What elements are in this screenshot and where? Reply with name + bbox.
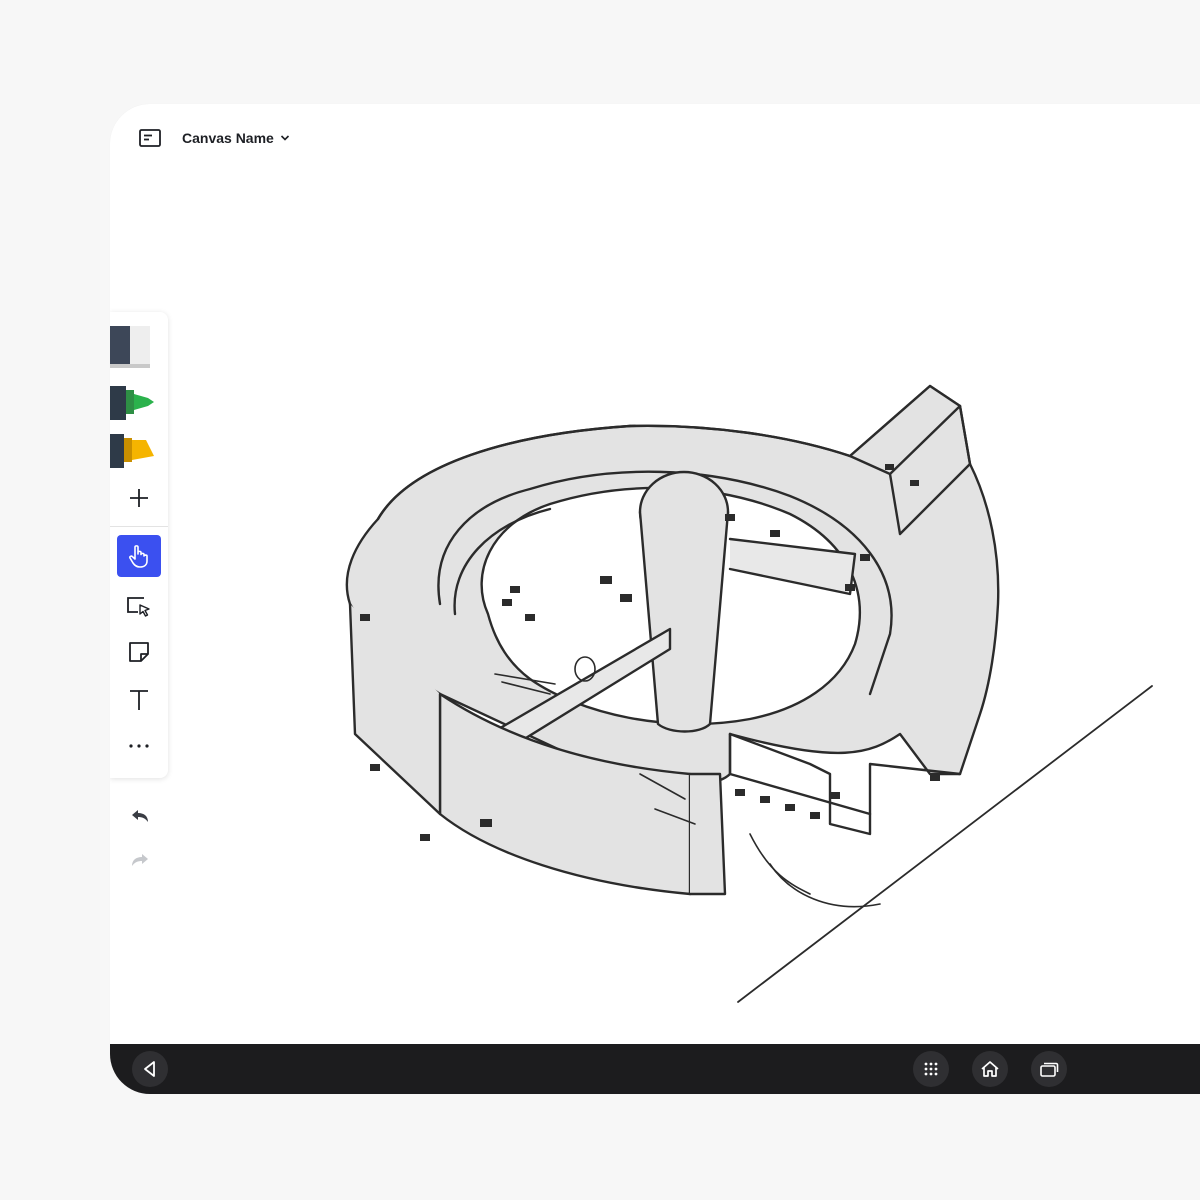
highlighter-icon bbox=[110, 434, 154, 468]
yellow-highlighter-tool[interactable] bbox=[110, 428, 168, 472]
sticky-note-icon bbox=[129, 642, 149, 662]
green-marker-tool[interactable] bbox=[110, 380, 168, 424]
redo-button[interactable] bbox=[126, 846, 154, 874]
home-icon bbox=[981, 1061, 999, 1077]
left-toolbar bbox=[110, 312, 168, 778]
pan-tool-active bbox=[117, 535, 161, 577]
home-button[interactable] bbox=[972, 1051, 1008, 1087]
hand-pointer-icon bbox=[129, 545, 148, 568]
top-bar: Canvas Name bbox=[110, 104, 1200, 174]
text-icon bbox=[130, 690, 148, 710]
back-icon bbox=[144, 1061, 155, 1077]
undo-button[interactable] bbox=[126, 802, 154, 830]
more-icon bbox=[129, 744, 149, 748]
drawing-canvas[interactable] bbox=[110, 174, 1200, 1044]
eraser-icon bbox=[110, 326, 150, 368]
add-tool-button[interactable] bbox=[110, 476, 168, 520]
sticky-note-tool[interactable] bbox=[110, 630, 168, 674]
canvas-name: Canvas Name bbox=[182, 130, 274, 146]
undo-icon bbox=[132, 810, 148, 822]
recents-button[interactable] bbox=[1031, 1051, 1067, 1087]
more-tools-button[interactable] bbox=[110, 724, 168, 768]
board-icon[interactable] bbox=[138, 128, 162, 148]
select-icon bbox=[127, 597, 150, 617]
select-tool[interactable] bbox=[110, 584, 168, 628]
apps-button[interactable] bbox=[913, 1051, 949, 1087]
pan-tool[interactable] bbox=[110, 534, 168, 578]
building-sketch bbox=[345, 384, 1153, 1003]
redo-icon bbox=[132, 854, 148, 866]
chevron-down-icon bbox=[280, 135, 289, 141]
tablet-screen: Canvas Name bbox=[110, 104, 1200, 1094]
apps-grid-icon bbox=[924, 1062, 938, 1076]
canvas-name-dropdown[interactable]: Canvas Name bbox=[182, 128, 290, 148]
toolbar-divider bbox=[110, 526, 168, 527]
system-navigation-bar bbox=[110, 1044, 1200, 1094]
text-tool[interactable] bbox=[110, 678, 168, 722]
plus-icon bbox=[130, 489, 148, 507]
eraser-tool[interactable] bbox=[110, 324, 168, 368]
marker-icon bbox=[110, 386, 154, 420]
back-button[interactable] bbox=[132, 1051, 168, 1087]
recents-icon bbox=[1040, 1062, 1059, 1077]
